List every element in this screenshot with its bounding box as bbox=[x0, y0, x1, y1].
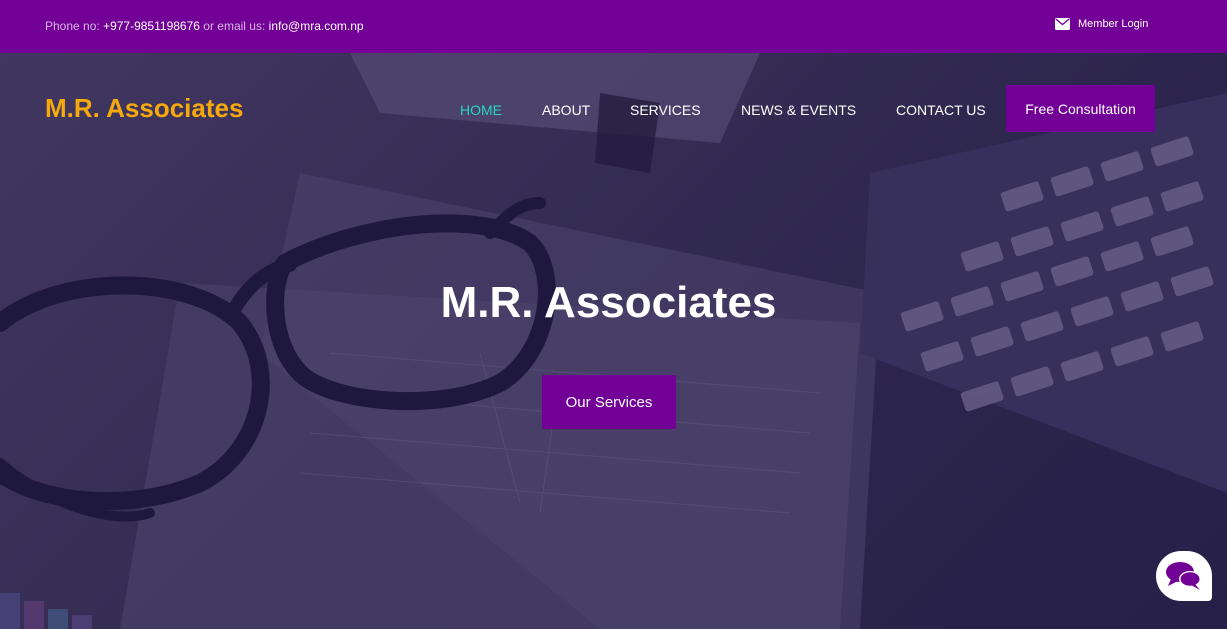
chat-widget-button[interactable] bbox=[1156, 551, 1212, 601]
top-bar: Phone no: +977-9851198676 or email us: i… bbox=[0, 0, 1227, 53]
phone-label: Phone no: bbox=[45, 19, 100, 33]
or-text: or bbox=[203, 19, 214, 33]
member-login-label: Member Login bbox=[1078, 18, 1149, 30]
nav-about[interactable]: ABOUT bbox=[542, 102, 590, 118]
hero-title: M.R. Associates bbox=[440, 278, 777, 327]
nav-news-events[interactable]: NEWS & EVENTS bbox=[741, 102, 856, 118]
envelope-icon bbox=[1055, 18, 1070, 30]
nav-services[interactable]: SERVICES bbox=[630, 102, 701, 118]
nav-contact-us[interactable]: CONTACT US bbox=[896, 102, 986, 118]
chat-bubbles-icon bbox=[1166, 562, 1201, 590]
site-logo[interactable]: M.R. Associates bbox=[45, 93, 243, 124]
member-login-link[interactable]: Member Login bbox=[1055, 16, 1148, 32]
hero-section bbox=[0, 53, 1227, 629]
email-address[interactable]: info@mra.com.np bbox=[269, 19, 364, 33]
nav-home[interactable]: HOME bbox=[460, 102, 502, 118]
free-consultation-button[interactable]: Free Consultation bbox=[1006, 85, 1155, 132]
email-label: email us: bbox=[217, 19, 266, 33]
hero-overlay bbox=[0, 53, 1227, 629]
our-services-button[interactable]: Our Services bbox=[542, 375, 676, 429]
phone-number[interactable]: +977-9851198676 bbox=[103, 19, 200, 33]
contact-info: Phone no: +977-9851198676 or email us: i… bbox=[45, 19, 364, 33]
